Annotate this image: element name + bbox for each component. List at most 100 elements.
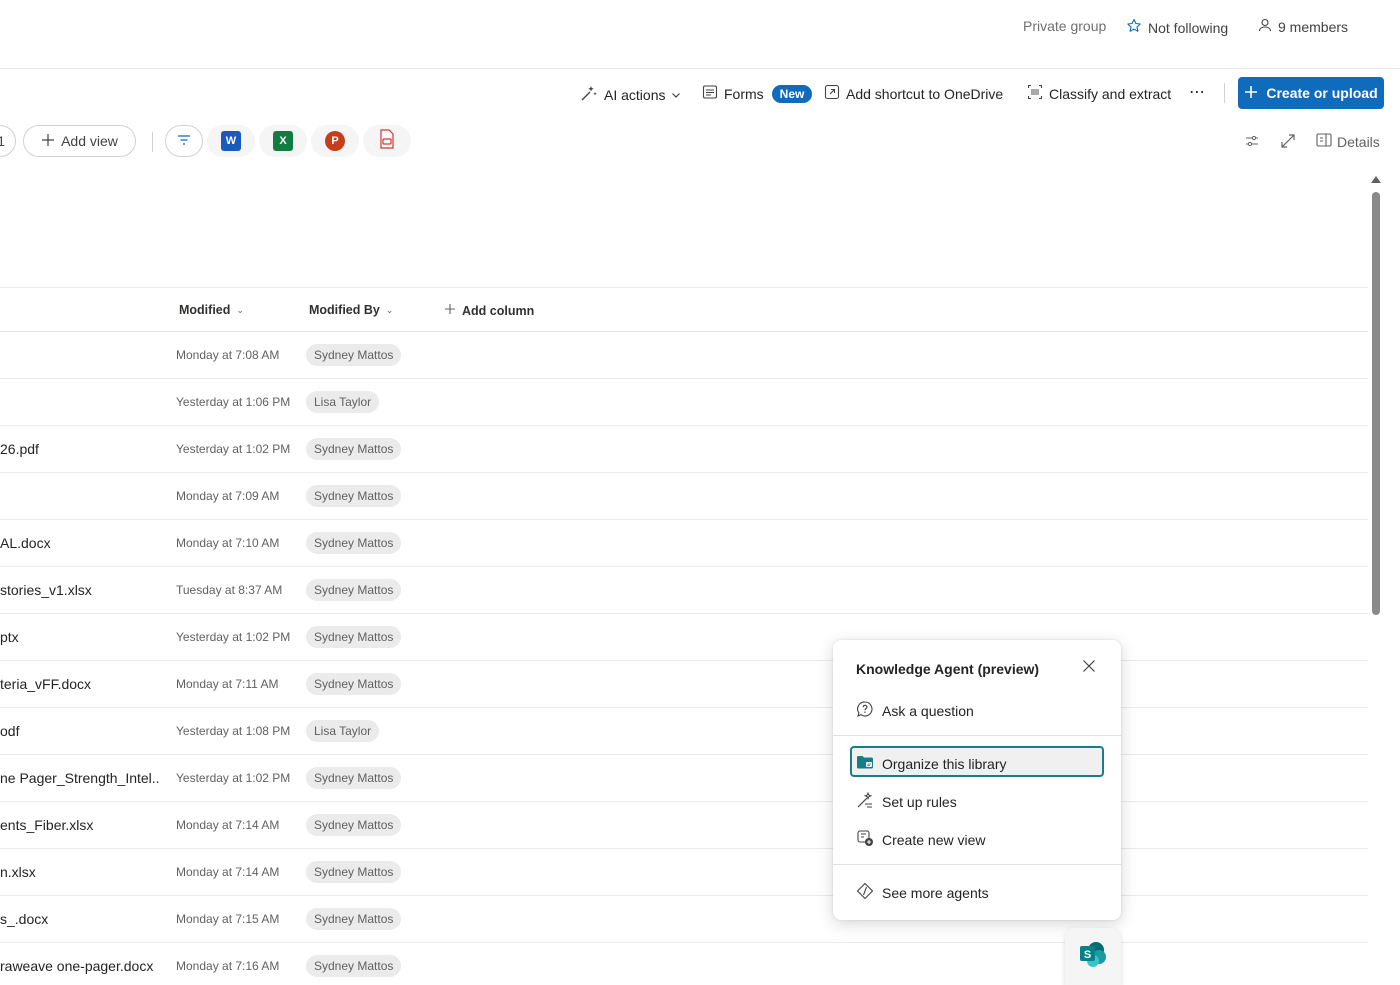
modified-date: Yesterday at 1:08 PM bbox=[176, 724, 291, 738]
file-name[interactable]: AL.docx bbox=[0, 535, 160, 551]
view-add-icon bbox=[856, 829, 874, 850]
ai-actions-button[interactable]: AI actions bbox=[580, 84, 681, 105]
modified-date: Yesterday at 1:02 PM bbox=[176, 630, 291, 644]
word-filter-button[interactable]: W bbox=[207, 125, 255, 157]
powerpoint-filter-button[interactable]: P bbox=[311, 125, 359, 157]
table-row[interactable]: teria_vFF.docx Monday at 7:11 AM Sydney Ma… bbox=[0, 661, 1368, 708]
agent-divider bbox=[833, 864, 1121, 865]
view-options-button[interactable] bbox=[1244, 133, 1260, 152]
file-name[interactable]: teria_vFF.docx bbox=[0, 676, 160, 692]
details-pane-icon bbox=[1316, 133, 1332, 150]
modified-date: Monday at 7:10 AM bbox=[176, 536, 280, 550]
details-button[interactable]: Details bbox=[1316, 133, 1380, 150]
close-icon bbox=[1082, 659, 1096, 678]
modified-by-persona[interactable]: Lisa Taylor bbox=[306, 391, 380, 413]
view-pill-partial[interactable]: 1 bbox=[0, 125, 16, 157]
modified-by-persona[interactable]: Sydney Mattos bbox=[306, 955, 402, 977]
table-row[interactable]: raweave one-pager.docx Monday at 7:16 AM S… bbox=[0, 943, 1368, 985]
set-up-rules-item[interactable]: Set up rules bbox=[856, 791, 957, 812]
expand-button[interactable] bbox=[1280, 133, 1296, 152]
filter-button[interactable] bbox=[165, 125, 203, 157]
column-header-modified-by-label: Modified By bbox=[309, 303, 380, 317]
filter-icon bbox=[176, 133, 192, 150]
modified-date: Monday at 7:09 AM bbox=[176, 489, 280, 503]
shortcut-icon bbox=[824, 84, 840, 103]
table-row[interactable]: Yesterday at 1:06 PM Lisa Taylor bbox=[0, 379, 1368, 426]
person-icon bbox=[1258, 18, 1272, 35]
file-name[interactable]: stories_v1.xlsx bbox=[0, 582, 160, 598]
file-name[interactable]: s_.docx bbox=[0, 911, 160, 927]
modified-by-persona[interactable]: Sydney Mattos bbox=[306, 438, 402, 460]
file-name[interactable]: n.xlsx bbox=[0, 864, 160, 880]
forms-button[interactable]: Forms New bbox=[702, 84, 813, 103]
scroll-up-arrow-icon[interactable] bbox=[1371, 176, 1381, 183]
modified-by-persona[interactable]: Sydney Mattos bbox=[306, 532, 402, 554]
column-header-modified[interactable]: Modified ⌄ bbox=[179, 303, 244, 317]
members-button[interactable]: 9 members bbox=[1258, 18, 1348, 35]
sharepoint-agent-button[interactable]: S bbox=[1065, 928, 1121, 985]
modified-by-persona[interactable]: Sydney Mattos bbox=[306, 767, 402, 789]
excel-filter-button[interactable]: X bbox=[259, 125, 307, 157]
pdf-filter-button[interactable] bbox=[363, 125, 411, 157]
file-name[interactable]: ptx bbox=[0, 629, 160, 645]
close-button[interactable] bbox=[1079, 658, 1099, 678]
list-rows: Monday at 7:08 AM Sydney Mattos Yesterday … bbox=[0, 332, 1368, 985]
follow-button[interactable]: Not following bbox=[1126, 18, 1228, 37]
command-divider bbox=[1224, 83, 1225, 103]
forms-label: Forms bbox=[724, 85, 764, 102]
sparkle-wand-icon bbox=[580, 84, 598, 105]
classify-icon bbox=[1027, 84, 1043, 103]
column-header-modified-by[interactable]: Modified By ⌄ bbox=[309, 303, 393, 317]
scrollbar-thumb[interactable] bbox=[1372, 192, 1380, 615]
more-options-button[interactable]: ⋯ bbox=[1189, 82, 1205, 102]
chat-question-icon bbox=[856, 700, 874, 721]
modified-by-persona[interactable]: Sydney Mattos bbox=[306, 673, 402, 695]
table-row[interactable]: ents_Fiber.xlsx Monday at 7:14 AM Sydney M… bbox=[0, 802, 1368, 849]
create-upload-button[interactable]: Create or upload bbox=[1238, 77, 1384, 109]
add-column-button[interactable]: Add column bbox=[444, 303, 534, 318]
modified-by-persona[interactable]: Sydney Mattos bbox=[306, 626, 402, 648]
modified-by-persona[interactable]: Sydney Mattos bbox=[306, 579, 402, 601]
modified-by-persona[interactable]: Sydney Mattos bbox=[306, 908, 402, 930]
file-name[interactable]: ents_Fiber.xlsx bbox=[0, 817, 160, 833]
file-name[interactable]: ne Pager_Strength_Intel... bbox=[0, 770, 160, 786]
table-row[interactable]: ptx Yesterday at 1:02 PM Sydney Mattos bbox=[0, 614, 1368, 661]
add-view-label: Add view bbox=[61, 133, 118, 149]
table-row[interactable]: Monday at 7:08 AM Sydney Mattos bbox=[0, 332, 1368, 379]
view-pill-label: 1 bbox=[0, 133, 5, 149]
add-view-button[interactable]: Add view bbox=[23, 125, 136, 157]
organize-library-item[interactable]: Organize this library bbox=[856, 753, 1007, 774]
sliders-icon bbox=[1244, 133, 1260, 152]
add-shortcut-label: Add shortcut to OneDrive bbox=[846, 85, 1004, 102]
modified-by-persona[interactable]: Sydney Mattos bbox=[306, 861, 402, 883]
table-row[interactable]: n.xlsx Monday at 7:14 AM Sydney Mattos bbox=[0, 849, 1368, 896]
star-icon bbox=[1126, 18, 1142, 37]
ai-actions-label: AI actions bbox=[604, 86, 666, 103]
table-row[interactable]: AL.docx Monday at 7:10 AM Sydney Mattos bbox=[0, 520, 1368, 567]
table-row[interactable]: stories_v1.xlsx Tuesday at 8:37 AM Sydney … bbox=[0, 567, 1368, 614]
file-name[interactable]: odf bbox=[0, 723, 160, 739]
excel-icon: X bbox=[273, 131, 293, 151]
svg-text:S: S bbox=[1084, 949, 1091, 961]
file-name[interactable]: raweave one-pager.docx bbox=[0, 958, 160, 974]
classify-extract-button[interactable]: Classify and extract bbox=[1027, 84, 1171, 103]
table-row[interactable]: 26.pdf Yesterday at 1:02 PM Sydney Mattos bbox=[0, 426, 1368, 473]
ask-question-item[interactable]: Ask a question bbox=[856, 700, 974, 721]
modified-date: Yesterday at 1:02 PM bbox=[176, 771, 291, 785]
table-row[interactable]: Monday at 7:09 AM Sydney Mattos bbox=[0, 473, 1368, 520]
modified-by-persona[interactable]: Sydney Mattos bbox=[306, 814, 402, 836]
modified-date: Monday at 7:11 AM bbox=[176, 677, 279, 691]
organize-library-label: Organize this library bbox=[882, 755, 1007, 772]
see-more-agents-item[interactable]: See more agents bbox=[856, 882, 989, 903]
add-shortcut-button[interactable]: Add shortcut to OneDrive bbox=[824, 84, 1003, 103]
modified-by-persona[interactable]: Lisa Taylor bbox=[306, 720, 380, 742]
table-row[interactable]: odf Yesterday at 1:08 PM Lisa Taylor bbox=[0, 708, 1368, 755]
file-name[interactable]: 26.pdf bbox=[0, 441, 160, 457]
table-row[interactable]: s_.docx Monday at 7:15 AM Sydney Mattos bbox=[0, 896, 1368, 943]
modified-by-persona[interactable]: Sydney Mattos bbox=[306, 344, 402, 366]
powerpoint-icon: P bbox=[325, 131, 345, 151]
table-row[interactable]: ne Pager_Strength_Intel... Yesterday at 1… bbox=[0, 755, 1368, 802]
set-up-rules-label: Set up rules bbox=[882, 793, 957, 810]
modified-by-persona[interactable]: Sydney Mattos bbox=[306, 485, 402, 507]
create-new-view-item[interactable]: Create new view bbox=[856, 829, 986, 850]
